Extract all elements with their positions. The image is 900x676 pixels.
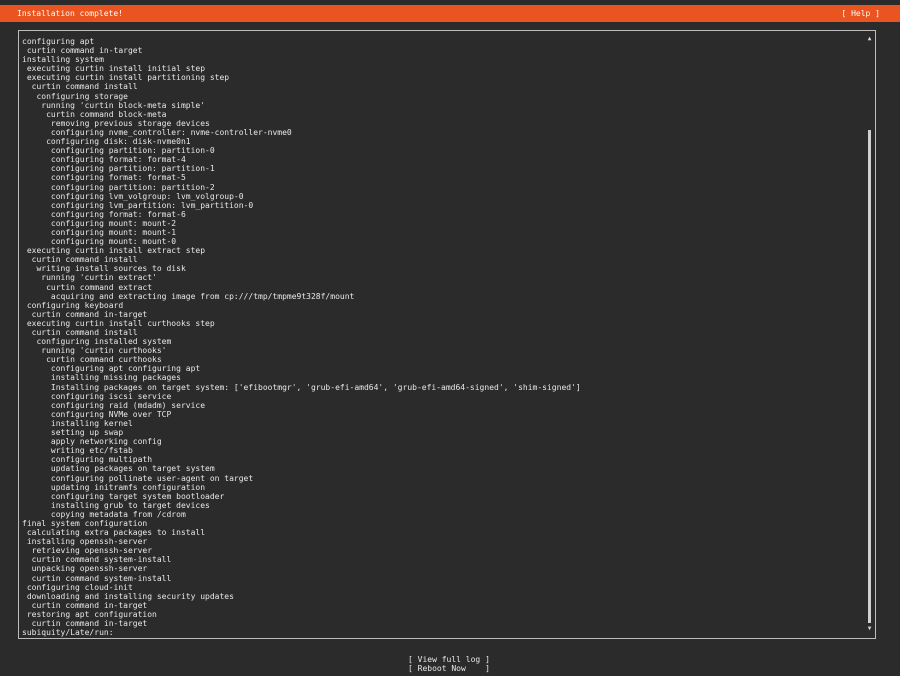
log-line: acquiring and extracting image from cp:/… xyxy=(22,291,355,301)
install-log-panel[interactable]: configuring apt curtin command in-target… xyxy=(18,30,876,639)
scroll-thumb[interactable] xyxy=(868,130,871,623)
log-line: configuring raid (mdadm) service xyxy=(22,400,206,410)
log-line: curtin command system-install xyxy=(22,573,172,583)
log-line: installing grub to target devices xyxy=(22,500,210,510)
page-title: Installation complete! xyxy=(17,9,123,18)
log-line: configuring format: format-6 xyxy=(22,209,186,219)
log-line: installing openssh-server xyxy=(22,537,148,547)
log-line: executing curtin install partitioning st… xyxy=(22,73,230,83)
log-line: retrieving openssh-server xyxy=(22,546,153,556)
log-line: configuring storage xyxy=(22,91,128,101)
log-line: configuring mount: mount-2 xyxy=(22,218,177,228)
log-line: configuring iscsi service xyxy=(22,391,172,401)
log-line: curtin command in-target xyxy=(22,619,148,628)
log-line: configuring installed system xyxy=(22,337,172,347)
log-scrollbar[interactable]: ▲ ▼ xyxy=(867,35,872,633)
log-line: copying metadata from /cdrom xyxy=(22,509,186,519)
log-line: curtin command in-target xyxy=(22,309,148,319)
log-line: running 'curtin curthooks' xyxy=(22,346,167,356)
log-line: curtin command system-install xyxy=(22,555,172,565)
log-line: configuring cloud-init xyxy=(22,582,133,592)
log-line: subiquity/Late/run: xyxy=(22,628,114,638)
log-line: curtin command install xyxy=(22,82,138,92)
header-bar: Installation complete! [ Help ] xyxy=(0,5,900,22)
log-line: configuring keyboard xyxy=(22,300,124,310)
log-line: installing system xyxy=(22,55,104,65)
log-line: curtin command install xyxy=(22,328,138,337)
log-line: configuring apt xyxy=(22,37,95,46)
log-line: configuring format: format-4 xyxy=(22,155,186,165)
log-line: configuring mount: mount-0 xyxy=(22,237,177,247)
log-line: final system configuration xyxy=(22,518,148,528)
log-line: configuring apt configuring apt xyxy=(22,364,201,374)
scroll-down-arrow-icon[interactable]: ▼ xyxy=(866,625,873,633)
log-line: configuring lvm_partition: lvm_partition… xyxy=(22,200,254,210)
log-line: running 'curtin block-meta simple' xyxy=(22,100,206,110)
log-line: unpacking openssh-server xyxy=(22,564,148,574)
log-line: executing curtin install curthooks step xyxy=(22,318,215,328)
log-line: Installing packages on target system: ['… xyxy=(22,382,581,392)
log-line: configuring pollinate user-agent on targ… xyxy=(22,473,254,483)
log-line: configuring format: format-5 xyxy=(22,173,186,183)
log-line: curtin command install xyxy=(22,255,138,265)
log-line: writing install sources to disk xyxy=(22,264,186,274)
log-line: setting up swap xyxy=(22,428,124,438)
scroll-up-arrow-icon[interactable]: ▲ xyxy=(866,35,873,43)
log-line: executing curtin install extract step xyxy=(22,246,206,256)
log-line: configuring partition: partition-1 xyxy=(22,164,215,174)
view-full-log-button[interactable]: [ View full log ] xyxy=(408,655,498,664)
log-line: apply networking config xyxy=(22,437,162,447)
log-line: configuring lvm_volgroup: lvm_volgroup-0 xyxy=(22,191,244,201)
log-line: curtin command in-target xyxy=(22,600,148,610)
log-line: curtin command block-meta xyxy=(22,109,167,119)
log-line: curtin command in-target xyxy=(22,46,143,56)
log-line: writing etc/fstab xyxy=(22,446,133,456)
log-line: removing previous storage devices xyxy=(22,118,210,128)
log-line: configuring disk: disk-nvme0n1 xyxy=(22,137,191,147)
log-line: configuring partition: partition-0 xyxy=(22,146,215,156)
log-line: configuring nvme_controller: nvme-contro… xyxy=(22,127,292,137)
log-line: installing kernel xyxy=(22,418,133,428)
log-line: curtin command curthooks xyxy=(22,355,162,365)
log-lines: configuring apt curtin command in-target… xyxy=(22,37,863,637)
log-line: curtin command extract xyxy=(22,282,153,292)
reboot-now-button[interactable]: [ Reboot Now ] xyxy=(408,664,498,673)
help-button[interactable]: [ Help ] xyxy=(841,9,880,18)
log-line: configuring multipath xyxy=(22,455,153,465)
log-line: restoring apt configuration xyxy=(22,609,157,619)
log-line: updating initramfs configuration xyxy=(22,482,206,492)
log-line: executing curtin install initial step xyxy=(22,64,206,74)
log-line: running 'curtin extract' xyxy=(22,273,157,283)
log-line: downloading and installing security upda… xyxy=(22,591,234,601)
log-line: configuring target system bootloader xyxy=(22,491,225,501)
scroll-track[interactable] xyxy=(868,45,871,623)
log-line: calculating extra packages to install xyxy=(22,528,206,538)
log-line: configuring mount: mount-1 xyxy=(22,227,177,237)
log-line: configuring partition: partition-2 xyxy=(22,182,215,192)
log-line: configuring NVMe over TCP xyxy=(22,409,172,419)
log-line: updating packages on target system xyxy=(22,464,215,474)
log-line: installing missing packages xyxy=(22,373,181,383)
